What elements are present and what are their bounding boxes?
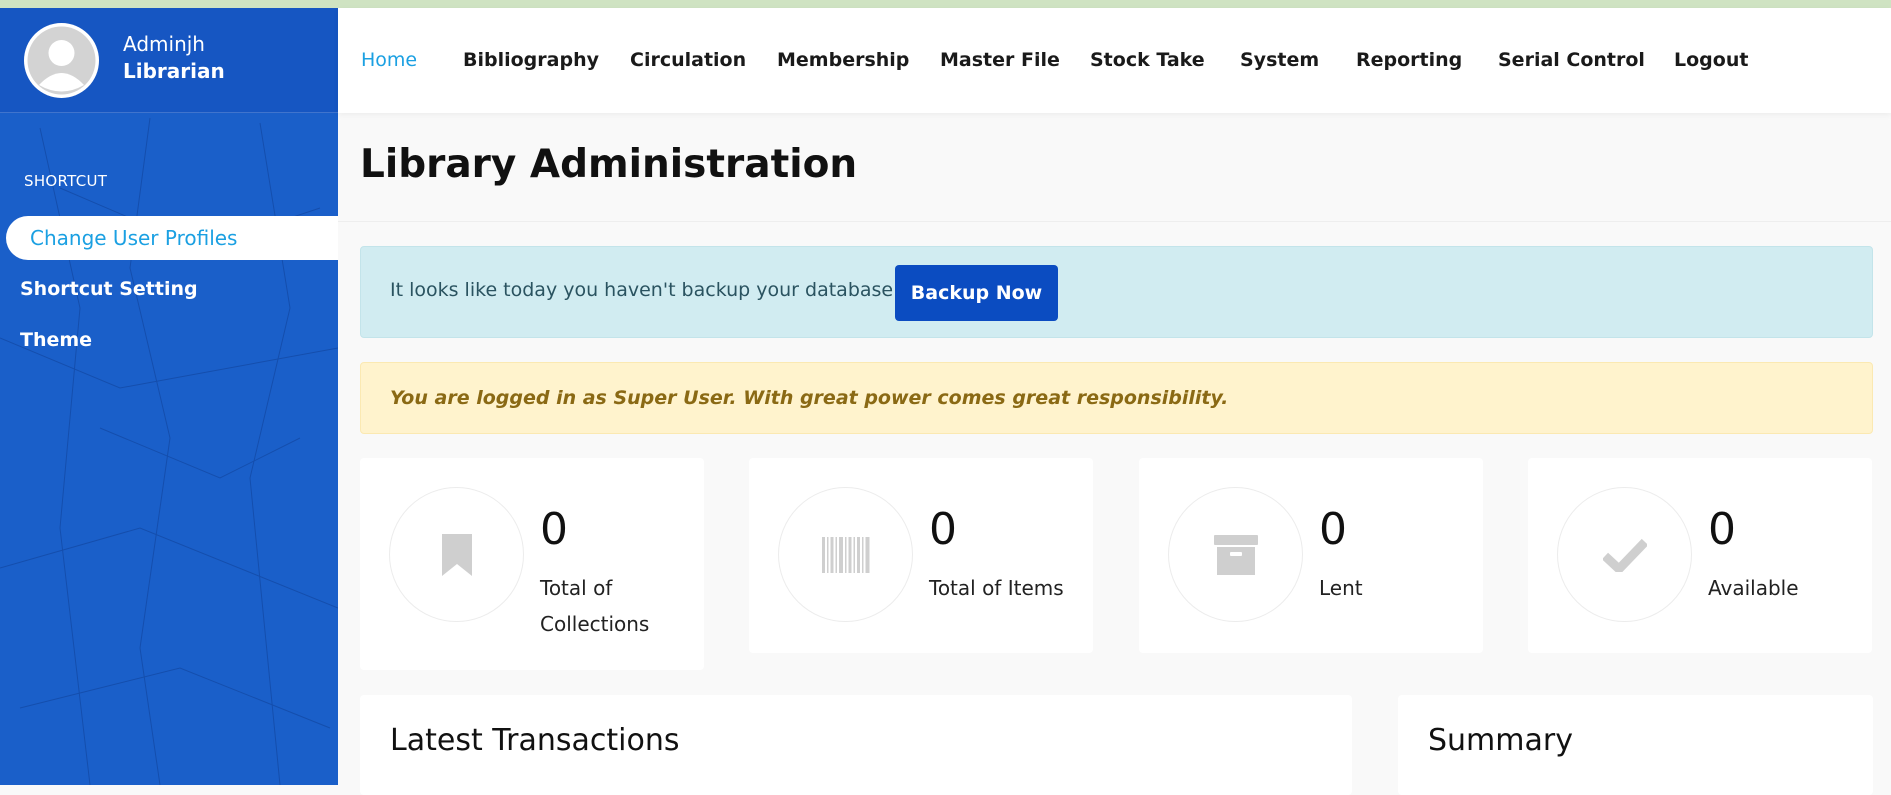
nav-logout[interactable]: Logout [1674,8,1748,113]
page-title: Library Administration [360,142,858,187]
summary-panel: Summary [1398,695,1873,795]
barcode-icon [821,536,869,573]
stat-label: Total of Collections [540,576,650,636]
profile-name: Adminjh [123,32,205,56]
stat-value: 0 [1708,504,1736,555]
title-divider [338,221,1891,222]
stat-icon-circle [1557,487,1692,622]
nav-reporting[interactable]: Reporting [1356,8,1462,113]
top-strip [0,0,1891,8]
stat-value: 0 [1319,504,1347,555]
archive-box-icon [1213,534,1258,575]
stat-value: 0 [540,504,568,555]
stat-label: Lent [1319,576,1363,600]
nav-master-file[interactable]: Master File [940,8,1060,113]
stat-label: Total of Items [929,576,1064,600]
top-nav: Home Bibliography Circulation Membership… [338,8,1891,113]
latest-transactions-title: Latest Transactions [390,723,680,758]
stat-card-available: 0 Available [1528,458,1872,653]
stat-icon-circle [389,487,524,622]
profile-role: Librarian [123,59,225,83]
nav-system[interactable]: System [1240,8,1319,113]
checkmark-icon [1602,538,1647,572]
bookmark-icon [441,533,472,576]
summary-title: Summary [1428,723,1573,758]
sidebar-item-theme[interactable]: Theme [20,329,92,351]
sidebar-item-change-user-profiles[interactable]: Change User Profiles [6,216,338,260]
sidebar-texture [0,117,338,785]
user-icon [27,26,96,95]
stat-value: 0 [929,504,957,555]
nav-home[interactable]: Home [361,8,417,113]
latest-transactions-panel: Latest Transactions [360,695,1352,795]
sidebar-item-shortcut-setting[interactable]: Shortcut Setting [20,278,198,300]
backup-alert-text: It looks like today you haven't backup y… [390,279,906,301]
stat-card-collections: 0 Total of Collections [360,458,704,670]
backup-alert: It looks like today you haven't backup y… [360,246,1873,338]
shortcut-section-label: SHORTCUT [24,172,108,190]
stat-card-lent: 0 Lent [1139,458,1483,653]
superuser-alert: You are logged in as Super User. With gr… [360,362,1873,434]
stat-icon-circle [1168,487,1303,622]
backup-now-button[interactable]: Backup Now [895,265,1058,321]
stat-card-items: 0 Total of Items [749,458,1093,653]
avatar[interactable] [24,23,99,98]
superuser-alert-text: You are logged in as Super User. With gr… [390,387,1229,409]
nav-membership[interactable]: Membership [777,8,909,113]
nav-stock-take[interactable]: Stock Take [1090,8,1205,113]
sidebar: Adminjh Librarian SHORTCUT Change User P… [0,8,338,785]
nav-bibliography[interactable]: Bibliography [463,8,599,113]
profile-header: Adminjh Librarian [0,8,338,113]
stat-label: Available [1708,576,1799,600]
stat-icon-circle [778,487,913,622]
nav-circulation[interactable]: Circulation [630,8,746,113]
nav-serial-control[interactable]: Serial Control [1498,8,1645,113]
